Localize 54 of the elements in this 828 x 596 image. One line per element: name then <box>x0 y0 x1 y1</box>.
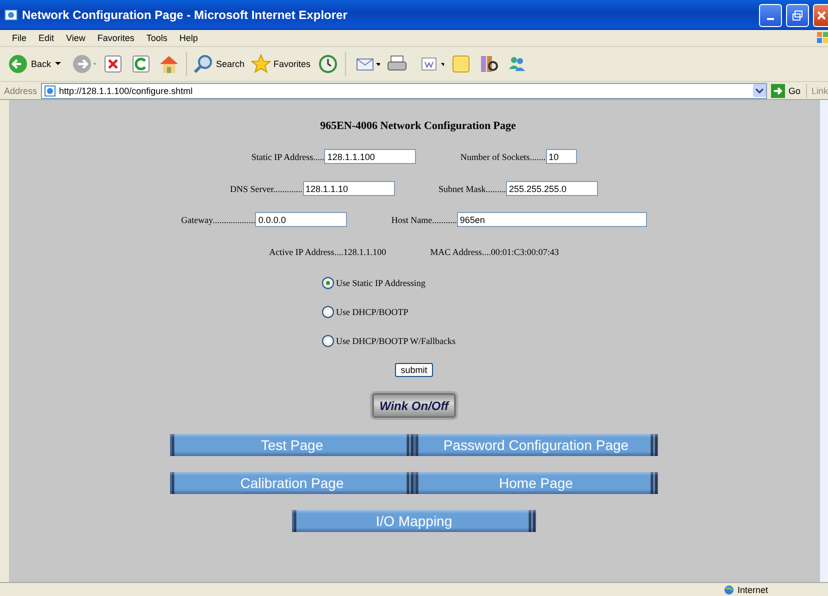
menu-item[interactable]: View <box>60 33 92 43</box>
history-icon[interactable] <box>316 53 339 75</box>
page-icon <box>44 84 56 96</box>
home-icon[interactable] <box>158 53 180 75</box>
globe-icon <box>724 584 734 594</box>
caret-icon <box>54 61 62 67</box>
text-field[interactable]: 128.1.1.100 <box>324 149 416 164</box>
maximize-icon <box>792 10 803 20</box>
stop-icon[interactable] <box>102 53 124 75</box>
refresh-icon[interactable] <box>130 53 152 75</box>
text-field[interactable]: 10 <box>546 149 577 164</box>
zone-label: Internet <box>737 584 768 594</box>
favorites-button[interactable]: Favorites <box>250 54 311 74</box>
star-icon <box>250 54 271 74</box>
maximize-button[interactable] <box>786 4 809 26</box>
close-button[interactable] <box>813 4 828 26</box>
info-text: MAC Address....00:01:C3:00:07:43 <box>430 247 559 257</box>
minimize-icon <box>767 18 774 20</box>
text-field[interactable]: 0.0.0.0 <box>255 212 348 227</box>
field-label: Host Name........... <box>391 214 457 224</box>
radio-option[interactable]: Use Static IP Addressing <box>322 277 472 289</box>
radio-option[interactable]: Use DHCP/BOOTP <box>322 306 472 318</box>
info-text: Active IP Address....128.1.1.100 <box>269 247 386 257</box>
address-label: Address <box>4 86 38 96</box>
field-label: DNS Server............. <box>230 184 302 194</box>
scrollbar[interactable] <box>819 100 828 582</box>
page-heading: 965EN-4006 Network Configuration Page <box>320 120 516 132</box>
wink-button[interactable]: Wink On/Off <box>370 391 458 420</box>
text-field[interactable]: 965en <box>456 212 647 227</box>
submit-button[interactable]: submit <box>394 363 434 377</box>
menu-item[interactable]: Edit <box>32 33 60 43</box>
dropdown-icon[interactable] <box>753 84 766 97</box>
close-icon <box>816 10 826 20</box>
search-button[interactable]: Search <box>193 54 245 74</box>
menu-item[interactable]: Help <box>173 33 204 43</box>
minimize-button[interactable] <box>759 4 782 26</box>
go-button[interactable]: Go <box>771 84 808 98</box>
windows-logo-icon <box>816 31 828 45</box>
menu-item[interactable]: Tools <box>140 33 174 43</box>
field-label: Gateway................... <box>181 214 256 224</box>
field-label: Subnet Mask......... <box>438 184 506 194</box>
text-field[interactable]: 255.255.255.0 <box>506 181 598 196</box>
menu-item[interactable]: File <box>6 33 33 43</box>
field-label: Number of Sockets....... <box>460 152 546 162</box>
browser-icon <box>4 8 18 22</box>
text-field[interactable]: 128.1.1.10 <box>302 181 394 196</box>
radio-option[interactable]: Use DHCP/BOOTP W/Fallbacks <box>322 335 472 347</box>
search-icon <box>193 54 214 74</box>
address-field[interactable]: http://128.1.1.100/configure.shtml <box>41 82 768 98</box>
window-title: Network Configuration Page - Microsoft Internet Explorer <box>22 8 348 22</box>
back-button[interactable]: Back <box>8 54 62 74</box>
field-label: Static IP Address..... <box>251 152 324 162</box>
menu-item[interactable]: Favorites <box>91 33 140 43</box>
go-arrow-icon <box>771 84 786 98</box>
